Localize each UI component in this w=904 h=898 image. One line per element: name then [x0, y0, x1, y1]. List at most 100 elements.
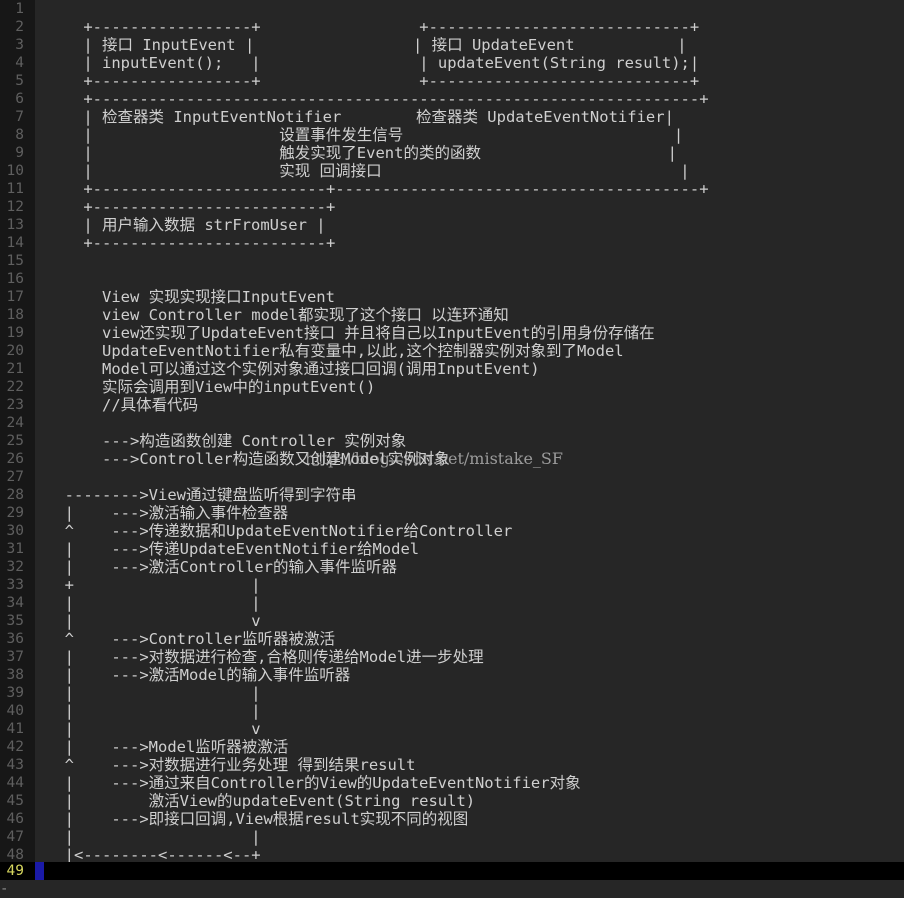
line-text: Model可以通过这个实例对象通过接口回调(调用InputEvent) [46, 360, 540, 378]
code-line[interactable]: 9 | 触发实现了Event的类的函数 | [0, 144, 904, 162]
line-number: 31 [6, 541, 24, 557]
line-text: UpdateEventNotifier私有变量中,以此,这个控制器实例对象到了M… [46, 342, 624, 360]
code-line[interactable]: 21 Model可以通过这个实例对象通过接口回调(调用InputEvent) [0, 360, 904, 378]
line-number: 47 [6, 829, 24, 845]
line-text: +---------------------------------------… [46, 90, 709, 108]
line-number: 29 [6, 505, 24, 521]
code-line[interactable]: 31 | --->传递UpdateEventNotifier给Model [0, 540, 904, 558]
line-text: | 触发实现了Event的类的函数 | [46, 144, 677, 162]
line-text: View 实现实现接口InputEvent [46, 288, 335, 306]
line-number: 8 [15, 127, 24, 143]
code-line[interactable]: 41 | v [0, 720, 904, 738]
line-number: 45 [6, 793, 24, 809]
code-line[interactable]: 36 ^ --->Controller监听器被激活 [0, 630, 904, 648]
line-text: | | [46, 594, 261, 612]
code-line[interactable]: 34 | | [0, 594, 904, 612]
code-line[interactable]: 45 | 激活View的updateEvent(String result) [0, 792, 904, 810]
current-line-number: 49 [6, 863, 24, 879]
line-number: 3 [15, 37, 24, 53]
code-line[interactable]: 5 +-----------------+ +-----------------… [0, 72, 904, 90]
line-text: | --->传递UpdateEventNotifier给Model [46, 540, 420, 558]
code-line[interactable]: 3 | 接口 InputEvent | | 接口 UpdateEvent | [0, 36, 904, 54]
line-text: +-------------------------+-------------… [46, 180, 709, 198]
line-number: 10 [6, 163, 24, 179]
code-line[interactable]: 16 [0, 270, 904, 288]
code-line[interactable]: 44 | --->通过来自Controller的View的UpdateEvent… [0, 774, 904, 792]
line-number: 15 [6, 253, 24, 269]
code-line[interactable]: 11 +-------------------------+----------… [0, 180, 904, 198]
code-line[interactable]: 1 [0, 0, 904, 18]
code-line[interactable]: 27 [0, 468, 904, 486]
code-line[interactable]: 15 [0, 252, 904, 270]
status-mark: - [0, 881, 9, 897]
code-line[interactable]: 37 | --->对数据进行检查,合格则传递给Model进一步处理 [0, 648, 904, 666]
line-number: 44 [6, 775, 24, 791]
line-text: +-----------------+ +-------------------… [46, 72, 700, 90]
line-text: + | [46, 576, 261, 594]
code-line[interactable]: 18 view Controller model都实现了这个接口 以连环通知 [0, 306, 904, 324]
code-line[interactable]: 7 | 检查器类 InputEventNotifier 检查器类 UpdateE… [0, 108, 904, 126]
line-text: +-------------------------+ [46, 198, 336, 216]
line-number: 18 [6, 307, 24, 323]
line-text: view还实现了UpdateEvent接口 并且将自己以InputEvent的引… [46, 324, 655, 342]
line-text: //具体看代码 [46, 396, 199, 414]
code-line[interactable]: 46 | --->即接口回调,View根据result实现不同的视图 [0, 810, 904, 828]
code-line[interactable]: 17 View 实现实现接口InputEvent [0, 288, 904, 306]
line-text: -------->View通过键盘监听得到字符串 [46, 486, 357, 504]
code-line[interactable]: 39 | | [0, 684, 904, 702]
code-line[interactable]: 28 -------->View通过键盘监听得到字符串 [0, 486, 904, 504]
code-line[interactable]: 24 [0, 414, 904, 432]
code-line[interactable]: 12 +-------------------------+ [0, 198, 904, 216]
code-line[interactable]: 47 | | [0, 828, 904, 846]
code-line[interactable]: 8 | 设置事件发生信号 | [0, 126, 904, 144]
line-number: 2 [15, 19, 24, 35]
line-text: | 接口 InputEvent | | 接口 UpdateEvent | [46, 36, 687, 54]
code-line[interactable]: 10 | 实现 回调接口 | [0, 162, 904, 180]
line-text: | 用户输入数据 strFromUser | [46, 216, 326, 234]
code-line[interactable]: 13 | 用户输入数据 strFromUser | [0, 216, 904, 234]
code-line[interactable]: 42 | --->Model监听器被激活 [0, 738, 904, 756]
code-line[interactable]: 20 UpdateEventNotifier私有变量中,以此,这个控制器实例对象… [0, 342, 904, 360]
line-text: ^ --->对数据进行业务处理 得到结果result [46, 756, 416, 774]
line-number: 5 [15, 73, 24, 89]
watermark-url: http://blog.csdn.net/mistake_SF [305, 449, 563, 468]
code-line[interactable]: 40 | | [0, 702, 904, 720]
line-number: 23 [6, 397, 24, 413]
editor-pane[interactable]: 12 +-----------------+ +----------------… [0, 0, 904, 864]
line-number: 36 [6, 631, 24, 647]
line-number: 40 [6, 703, 24, 719]
current-line[interactable]: 49 [0, 862, 904, 880]
code-line[interactable]: 43 ^ --->对数据进行业务处理 得到结果result [0, 756, 904, 774]
code-line[interactable]: 32 | --->激活Controller的输入事件监听器 [0, 558, 904, 576]
code-line[interactable]: 6 +-------------------------------------… [0, 90, 904, 108]
line-number: 35 [6, 613, 24, 629]
line-number: 46 [6, 811, 24, 827]
line-text: | 检查器类 InputEventNotifier 检查器类 UpdateEve… [46, 108, 674, 126]
code-line[interactable]: 29 | --->激活输入事件检查器 [0, 504, 904, 522]
code-line[interactable]: 19 view还实现了UpdateEvent接口 并且将自己以InputEven… [0, 324, 904, 342]
code-line[interactable]: 14 +-------------------------+ [0, 234, 904, 252]
line-text: | 实现 回调接口 | [46, 162, 690, 180]
code-line[interactable]: 4 | inputEvent(); | | updateEvent(String… [0, 54, 904, 72]
code-line[interactable]: 35 | v [0, 612, 904, 630]
line-text: | v [46, 720, 261, 738]
code-line[interactable]: 25 --->构造函数创建 Controller 实例对象 [0, 432, 904, 450]
code-line[interactable]: 30 ^ --->传递数据和UpdateEventNotifier给Contro… [0, 522, 904, 540]
code-line[interactable]: 23 //具体看代码 [0, 396, 904, 414]
line-number: 17 [6, 289, 24, 305]
code-line[interactable]: 38 | --->激活Model的输入事件监听器 [0, 666, 904, 684]
code-line[interactable]: 33 + | [0, 576, 904, 594]
line-text: | --->激活Model的输入事件监听器 [46, 666, 351, 684]
line-number: 12 [6, 199, 24, 215]
code-line[interactable]: 2 +-----------------+ +-----------------… [0, 18, 904, 36]
line-text: | --->对数据进行检查,合格则传递给Model进一步处理 [46, 648, 484, 666]
line-text: ^ --->传递数据和UpdateEventNotifier给Controlle… [46, 522, 513, 540]
line-text: 实际会调用到View中的inputEvent() [46, 378, 376, 396]
line-text: ^ --->Controller监听器被激活 [46, 630, 335, 648]
line-number: 13 [6, 217, 24, 233]
code-line[interactable]: 22 实际会调用到View中的inputEvent() [0, 378, 904, 396]
line-number: 41 [6, 721, 24, 737]
line-number: 14 [6, 235, 24, 251]
line-number: 1 [15, 1, 24, 17]
line-number: 16 [6, 271, 24, 287]
